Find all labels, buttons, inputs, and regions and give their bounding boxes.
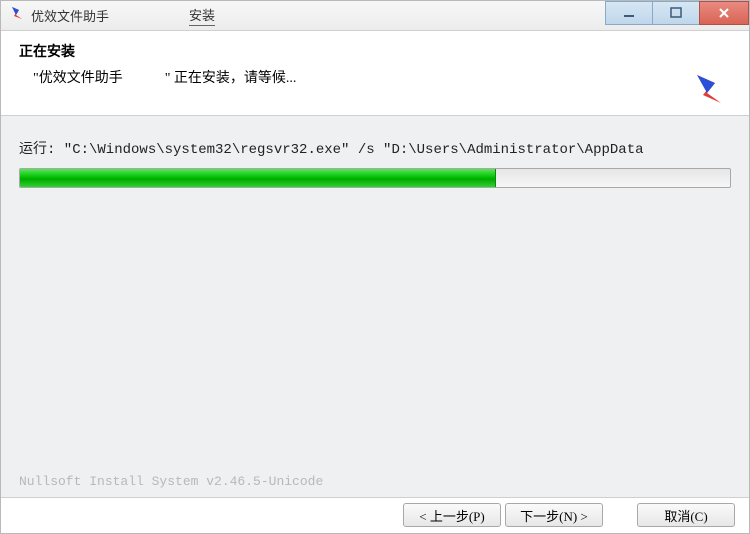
button-row: < 上一步(P) 下一步(N) > 取消(C) bbox=[403, 497, 735, 533]
next-button[interactable]: 下一步(N) > bbox=[505, 503, 603, 527]
back-button[interactable]: < 上一步(P) bbox=[403, 503, 501, 527]
header-subtitle: "优效文件助手 " 正在安装，请等候... bbox=[19, 67, 731, 87]
nullsoft-label: Nullsoft Install System v2.46.5-Unicode bbox=[19, 474, 323, 489]
title-bar[interactable]: 优效文件助手 安装 bbox=[1, 1, 749, 31]
minimize-button[interactable] bbox=[605, 1, 653, 25]
installer-body: 运行: "C:\Windows\system32\regsvr32.exe" /… bbox=[1, 116, 749, 498]
window-controls bbox=[606, 1, 749, 25]
title-tab-install: 安装 bbox=[189, 5, 215, 26]
brand-icon bbox=[691, 71, 727, 112]
progress-bar bbox=[19, 168, 731, 188]
close-button[interactable] bbox=[699, 1, 749, 25]
app-icon bbox=[9, 5, 25, 26]
command-text: 运行: "C:\Windows\system32\regsvr32.exe" /… bbox=[19, 138, 731, 158]
app-title: 优效文件助手 bbox=[31, 6, 109, 25]
header-title: 正在安装 bbox=[19, 41, 731, 61]
progress-fill bbox=[20, 169, 496, 187]
maximize-button[interactable] bbox=[652, 1, 700, 25]
installer-header: 正在安装 "优效文件助手 " 正在安装，请等候... bbox=[1, 31, 749, 116]
installer-window: 优效文件助手 安装 正在安装 "优效文件助手 " 正在安装，请等候... bbox=[0, 0, 750, 534]
cancel-button[interactable]: 取消(C) bbox=[637, 503, 735, 527]
